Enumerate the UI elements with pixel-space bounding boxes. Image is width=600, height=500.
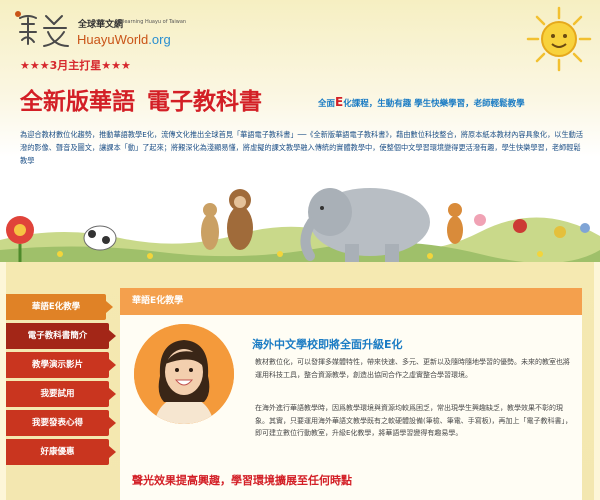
article-paragraph-2: 在海外進行華語教學時，因爲教學環境與資源均較爲困乏，常出現學生興趣缺乏，教學效果… <box>255 404 572 437</box>
promo-tagline: 全面E化課程，生動有趣 學生快樂學習，老師輕鬆教學 <box>318 95 525 109</box>
headline-part-2: 電子教科書 <box>147 89 262 115</box>
cow-illustration <box>83 225 117 251</box>
logo-chinese-name: 全球華文網 <box>78 20 124 30</box>
tagline-prefix: 全面 <box>318 99 336 109</box>
nav-item-try-it[interactable]: 我要試用 <box>6 381 116 407</box>
site-logo[interactable]: 全球華文網 E-learning Huayu of Taiwan HuayuWo… <box>12 8 202 52</box>
promo-star-banner: ★★★3月主打星★★★ <box>20 59 131 72</box>
section-title: 華語E化教學 <box>120 288 582 315</box>
main-content: 華語E化教學 海外中文學校即將全面升級E化 教材數位化，可以發揮多媒體特性，帶來… <box>120 288 582 500</box>
intro-paragraph: 為迎合教材數位化趨勢，推動華語教學E化，流傳文化推出全球首見「華語電子教科書」─… <box>20 130 584 165</box>
logo-domain-name: HuayuWorld <box>77 32 149 47</box>
nav-item-special-offers[interactable]: 好康優惠 <box>6 439 116 465</box>
headline-part-1: 全新版華語 <box>20 89 135 115</box>
logo-domain: HuayuWorld.org <box>77 32 171 47</box>
logo-domain-tld: .org <box>148 32 171 47</box>
tagline-e-letter: E <box>335 95 344 109</box>
logo-english-tagline: E-learning Huayu of Taiwan <box>118 19 187 25</box>
huayu-logo-mark-icon <box>15 11 69 47</box>
content-panel: 華語E化教學 電子教科書簡介 教學演示影片 我要試用 我要發表心得 好康優惠 華… <box>6 262 594 500</box>
article-subheading: 聲光效果提高興趣，學習環境擴展至任何時點 <box>132 474 352 487</box>
article-paragraph-1: 教材數位化，可以發揮多媒體特性，帶來快速、多元、更新以及隨時隨地學習的優勢。未來… <box>255 358 570 379</box>
monkey-illustration <box>227 189 253 250</box>
student-portrait <box>134 324 234 424</box>
side-navigation: 華語E化教學 電子教科書簡介 教學演示影片 我要試用 我要發表心得 好康優惠 <box>6 294 116 468</box>
nav-item-demo-videos[interactable]: 教學演示影片 <box>6 352 116 378</box>
animal-illustration <box>0 188 600 262</box>
sun-icon <box>526 6 592 72</box>
page-header: 全球華文網 E-learning Huayu of Taiwan HuayuWo… <box>0 0 600 262</box>
article-title: 海外中文學校即將全面升級E化 <box>252 338 403 351</box>
nav-item-elearning[interactable]: 華語E化教學 <box>6 294 113 320</box>
promo-headline: 全新版華語 電子教科書 <box>20 82 262 116</box>
nav-item-share-feedback[interactable]: 我要發表心得 <box>6 410 116 436</box>
nav-item-ebook-intro[interactable]: 電子教科書簡介 <box>6 323 116 349</box>
tagline-suffix: 化課程，生動有趣 學生快樂學習，老師輕鬆教學 <box>343 99 525 109</box>
deer-illustration <box>201 203 219 250</box>
